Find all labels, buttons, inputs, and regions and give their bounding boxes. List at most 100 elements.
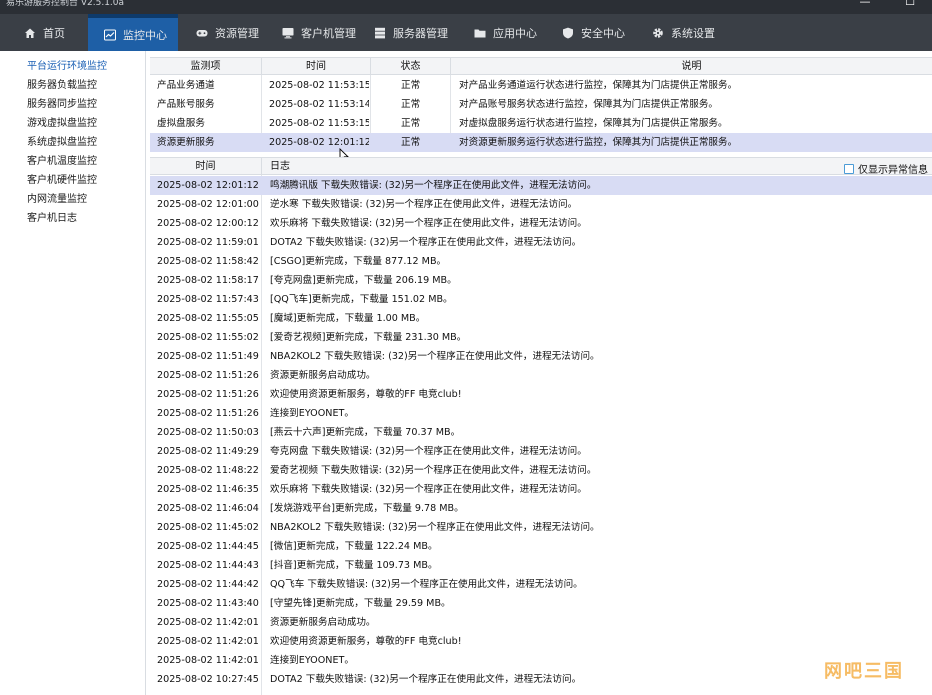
log-row[interactable]: 2025-08-02 11:55:05 [魔域]更新完成，下载量 1.00 MB。 [150, 309, 932, 328]
table-row[interactable]: 虚拟盘服务 2025-08-02 11:53:15 正常 对虚拟盘服务运行状态进… [150, 114, 932, 133]
status-cell: 正常 [401, 137, 421, 148]
header-status[interactable]: 状态 [371, 58, 451, 76]
log-time-cell: 2025-08-02 11:48:22 [157, 465, 259, 476]
log-time-cell: 2025-08-02 11:42:01 [157, 636, 259, 647]
status-cell: 正常 [401, 118, 421, 129]
log-message-cell: 鸣潮腾讯版 下载失败错误: (32)另一个程序正在使用此文件，进程无法访问。 [270, 180, 597, 191]
nav-server-management[interactable]: 服务器管理 [360, 14, 454, 51]
log-time-cell: 2025-08-02 11:42:01 [157, 655, 259, 666]
sidebar-item-server-load[interactable]: 服务器负载监控 [27, 79, 97, 93]
status-cell: 正常 [401, 99, 421, 110]
table-row-selected[interactable]: 资源更新服务 2025-08-02 12:01:12 正常 对资源更新服务运行状… [150, 133, 932, 152]
nav-home[interactable]: 首页 [10, 14, 86, 51]
log-time-cell: 2025-08-02 11:44:45 [157, 541, 259, 552]
log-row[interactable]: 2025-08-02 11:43:40 [守望先锋]更新完成，下载量 29.59 … [150, 594, 932, 613]
log-row[interactable]: 2025-08-02 11:44:43 [抖音]更新完成，下载量 109.73 M… [150, 556, 932, 575]
table-row[interactable]: 产品账号服务 2025-08-02 11:53:14 正常 对产品账号服务状态进… [150, 95, 932, 114]
app-title: 易乐游服务控制台 V2.5.1.0a [6, 0, 125, 8]
header-log-time[interactable]: 时间 [150, 158, 262, 176]
table-row[interactable]: 产品业务通道 2025-08-02 11:53:15 正常 对产品业务通道运行状… [150, 76, 932, 95]
log-row[interactable]: 2025-08-02 11:44:45 [微信]更新完成，下载量 122.24 M… [150, 537, 932, 556]
log-row[interactable]: 2025-08-02 12:01:00 逆水寒 下载失败错误: (32)另一个程序… [150, 195, 932, 214]
log-message-cell: [CSGO]更新完成，下载量 877.12 MB。 [270, 256, 447, 267]
log-row[interactable]: 2025-08-02 11:58:17 [夸克网盘]更新完成，下载量 206.19… [150, 271, 932, 290]
log-time-cell: 2025-08-02 11:50:03 [157, 427, 259, 438]
log-message-cell: DOTA2 下载失败错误: (32)另一个程序正在使用此文件，进程无法访问。 [270, 237, 582, 248]
minimize-button[interactable]: — [855, 0, 875, 8]
nav-client-management[interactable]: 客户机管理 [268, 14, 360, 51]
only-abnormal-checkbox[interactable] [844, 163, 854, 174]
chart-icon [104, 29, 116, 40]
status-cell: 正常 [401, 80, 421, 91]
nav-resource-management[interactable]: 资源管理 [182, 14, 267, 51]
log-time-cell: 2025-08-02 11:51:26 [157, 408, 259, 419]
log-message-cell: 爱奇艺视频 下载失败错误: (32)另一个程序正在使用此文件，进程无法访问。 [270, 465, 597, 476]
log-message-cell: [微信]更新完成，下载量 122.24 MB。 [270, 541, 438, 552]
time-cell: 2025-08-02 11:53:15 [269, 118, 369, 129]
log-row[interactable]: 2025-08-02 11:42:01 资源更新服务启动成功。 [150, 613, 932, 632]
log-row[interactable]: 2025-08-02 11:46:35 欢乐麻将 下载失败错误: (32)另一个程… [150, 480, 932, 499]
nav-security-center[interactable]: 安全中心 [548, 14, 632, 51]
nav-server-management-label: 服务器管理 [393, 26, 448, 40]
log-message-cell: [夸克网盘]更新完成，下载量 206.19 MB。 [270, 275, 457, 286]
log-message-cell: NBA2KOL2 下载失败错误: (32)另一个程序正在使用此文件，进程无法访问… [270, 522, 600, 533]
log-row[interactable]: 2025-08-02 11:42:01 连接到EYOONET。 [150, 651, 932, 670]
sidebar-item-server-sync[interactable]: 服务器同步监控 [27, 98, 97, 112]
log-row[interactable]: 2025-08-02 11:58:42 [CSGO]更新完成，下载量 877.12… [150, 252, 932, 271]
log-time-cell: 2025-08-02 11:55:02 [157, 332, 259, 343]
description-cell: 对虚拟盘服务运行状态进行监控，保障其为门店提供正常服务。 [459, 118, 728, 129]
log-row[interactable]: 2025-08-02 11:45:02 NBA2KOL2 下载失败错误: (32)… [150, 518, 932, 537]
shield-icon [563, 27, 573, 38]
folder-icon [474, 29, 486, 37]
header-time[interactable]: 时间 [262, 58, 371, 76]
log-time-cell: 2025-08-02 12:00:12 [157, 218, 259, 229]
nav-app-center[interactable]: 应用中心 [460, 14, 540, 51]
sidebar-item-platform-env[interactable]: 平台运行环境监控 [27, 60, 107, 74]
sidebar-item-client-hardware[interactable]: 客户机硬件监控 [27, 174, 97, 188]
sidebar-item-client-log[interactable]: 客户机日志 [27, 212, 77, 226]
log-message-cell: 资源更新服务启动成功。 [270, 370, 376, 381]
log-time-cell: 2025-08-02 11:58:17 [157, 275, 259, 286]
maximize-button[interactable]: ☐ [900, 0, 920, 8]
log-time-cell: 2025-08-02 11:44:43 [157, 560, 259, 571]
log-row[interactable]: 2025-08-02 11:51:26 资源更新服务启动成功。 [150, 366, 932, 385]
only-abnormal-filter[interactable]: 仅显示异常信息 [844, 161, 928, 176]
log-time-cell: 2025-08-02 11:55:05 [157, 313, 259, 324]
log-time-cell: 2025-08-02 12:01:12 [157, 180, 259, 191]
log-row[interactable]: 2025-08-02 11:57:43 [QQ飞车]更新完成，下载量 151.02… [150, 290, 932, 309]
log-time-cell: 2025-08-02 11:51:26 [157, 389, 259, 400]
nav-system-settings[interactable]: 系统设置 [638, 14, 728, 51]
log-row[interactable]: 2025-08-02 11:51:49 NBA2KOL2 下载失败错误: (32)… [150, 347, 932, 366]
item-cell: 虚拟盘服务 [157, 118, 205, 129]
log-row[interactable]: 2025-08-02 11:50:03 [燕云十六声]更新完成，下载量 70.37… [150, 423, 932, 442]
log-row[interactable]: 2025-08-02 11:48:22 爱奇艺视频 下载失败错误: (32)另一个… [150, 461, 932, 480]
time-cell: 2025-08-02 12:01:12 [269, 137, 369, 148]
log-time-cell: 2025-08-02 11:51:49 [157, 351, 259, 362]
log-row[interactable]: 2025-08-02 11:44:42 QQ飞车 下载失败错误: (32)另一个程… [150, 575, 932, 594]
nav-monitor-center[interactable]: 监控中心 [88, 14, 178, 51]
log-row[interactable]: 2025-08-02 11:46:04 [发烧游戏平台]更新完成，下载量 9.78… [150, 499, 932, 518]
sidebar-item-client-temperature[interactable]: 客户机温度监控 [27, 155, 97, 169]
top-navigation: 首页 监控中心 资源管理 客户机管理 服务器管理 应用中心 安全中心 系统设置 [0, 14, 932, 51]
log-time-cell: 2025-08-02 11:44:42 [157, 579, 259, 590]
log-row-selected[interactable]: 2025-08-02 12:01:12 鸣潮腾讯版 下载失败错误: (32)另一个… [150, 176, 932, 195]
log-row[interactable]: 2025-08-02 11:49:29 夸克网盘 下载失败错误: (32)另一个程… [150, 442, 932, 461]
log-row[interactable]: 2025-08-02 11:59:01 DOTA2 下载失败错误: (32)另一个… [150, 233, 932, 252]
sidebar-item-system-vdisk[interactable]: 系统虚拟盘监控 [27, 136, 97, 150]
header-item[interactable]: 监测项 [150, 58, 262, 76]
log-time-cell: 2025-08-02 11:46:35 [157, 484, 259, 495]
item-cell: 资源更新服务 [157, 137, 215, 148]
log-row[interactable]: 2025-08-02 12:00:12 欢乐麻将 下载失败错误: (32)另一个程… [150, 214, 932, 233]
log-row[interactable]: 2025-08-02 11:51:26 欢迎使用资源更新服务，尊敬的FF 电竞cl… [150, 385, 932, 404]
sidebar-item-lan-traffic[interactable]: 内网流量监控 [27, 193, 87, 207]
log-row[interactable]: 2025-08-02 11:55:02 [爱奇艺视频]更新完成，下载量 231.3… [150, 328, 932, 347]
sidebar-item-game-vdisk[interactable]: 游戏虚拟盘监控 [27, 117, 97, 131]
header-description[interactable]: 说明 [451, 58, 932, 76]
log-row[interactable]: 2025-08-02 11:42:01 欢迎使用资源更新服务，尊敬的FF 电竞cl… [150, 632, 932, 651]
log-message-cell: [发烧游戏平台]更新完成，下载量 9.78 MB。 [270, 503, 464, 514]
title-bar: 易乐游服务控制台 V2.5.1.0a — ☐ [0, 0, 932, 14]
log-row[interactable]: 2025-08-02 10:27:45 DOTA2 下载失败错误: (32)另一个… [150, 670, 932, 689]
log-time-cell: 2025-08-02 10:27:45 [157, 674, 259, 685]
log-row[interactable]: 2025-08-02 11:51:26 连接到EYOONET。 [150, 404, 932, 423]
header-log[interactable]: 日志 [262, 158, 862, 176]
